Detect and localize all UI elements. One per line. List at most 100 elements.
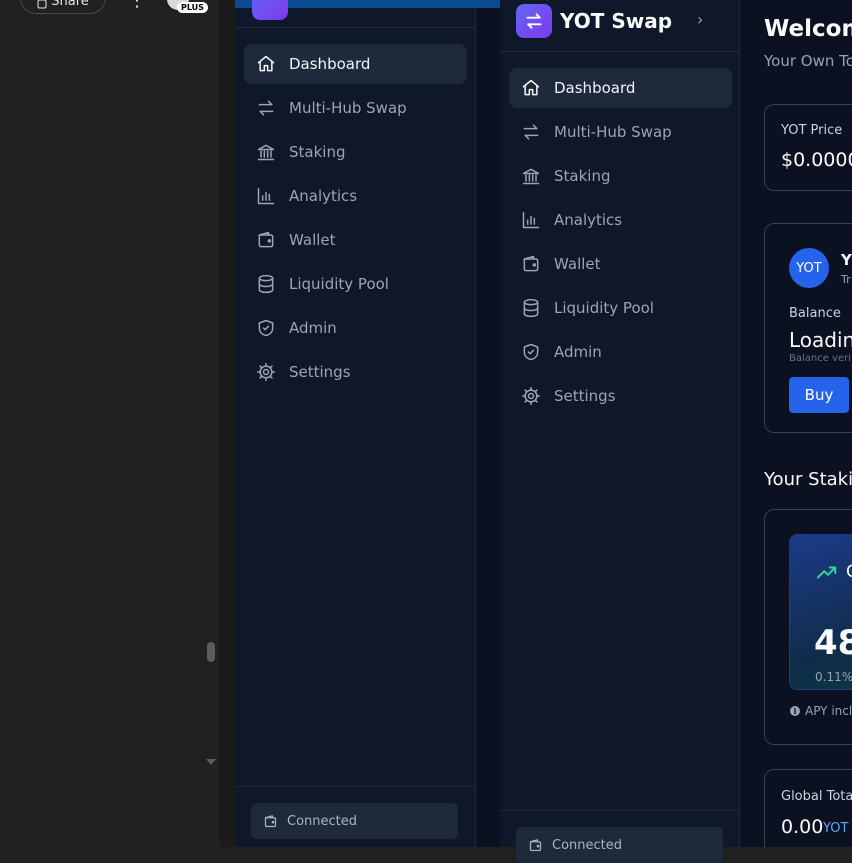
sidebar-item-label: Multi-Hub Swap	[289, 99, 407, 117]
sidebar-item-analytics[interactable]: Analytics	[509, 200, 732, 240]
sidebar-item-settings[interactable]: Settings	[509, 376, 732, 416]
wallet-icon	[529, 838, 542, 851]
scrollbar-thumb[interactable]	[207, 642, 215, 662]
apy-note: APY inclu	[805, 704, 852, 718]
price-label: YOT Price	[781, 123, 843, 138]
sidebar-item-label: Admin	[554, 343, 602, 361]
database-icon	[258, 274, 274, 294]
sidebar-divider	[235, 786, 475, 787]
staking-section-title: Your Staki	[764, 469, 852, 490]
sidebar-item-label: Multi-Hub Swap	[554, 123, 672, 141]
sidebar-item-label: Staking	[289, 143, 346, 161]
brand-logo	[252, 0, 288, 20]
swap-arrows-icon	[523, 124, 539, 140]
gear-icon	[256, 362, 276, 382]
sidebar-item-wallet[interactable]: Wallet	[509, 244, 732, 284]
sidebar-divider	[500, 51, 739, 52]
app-sidebar: YOT Swap › Connected Dashboard Multi-Hub …	[500, 0, 740, 863]
app-sidebar-scrolled: Connected Dashboard Multi-Hub Swap Staking…	[235, 0, 476, 847]
apy-panel: C 48 0.11%	[789, 534, 852, 690]
shield-check-icon	[523, 343, 539, 361]
swap-arrows-icon	[526, 13, 542, 29]
sidebar-item-label: Liquidity Pool	[289, 275, 389, 293]
more-options-icon[interactable]: ⋮	[128, 0, 146, 10]
shield-check-icon	[258, 319, 274, 337]
sidebar-item-admin[interactable]: Admin	[509, 332, 732, 372]
bank-icon	[522, 168, 540, 185]
home-icon	[257, 55, 275, 72]
sidebar-item-dashboard[interactable]: Dashboard	[509, 68, 732, 108]
connected-status-button[interactable]: Connected	[251, 803, 458, 839]
brand-name: YOT Swap	[560, 9, 673, 33]
bar-chart-icon	[257, 187, 275, 205]
price-value: $0.0000	[781, 149, 852, 171]
sidebar-item-label: Wallet	[289, 231, 336, 249]
sidebar-item-label: Analytics	[289, 187, 358, 205]
buy-button[interactable]: Buy	[789, 377, 849, 413]
sidebar-item-liquidity-pool[interactable]: Liquidity Pool	[244, 264, 467, 304]
connected-status-button[interactable]: Connected	[516, 827, 723, 863]
global-total-unit: YOT	[823, 821, 849, 836]
sidebar-item-label: Settings	[554, 387, 616, 405]
global-stats-card: Global Total 0.00 YOT	[764, 769, 852, 847]
global-total-label: Global Total	[781, 789, 852, 804]
token-card: YOT Y Tr Balance Loadin Balance veri Buy	[764, 223, 852, 433]
sidebar-item-settings[interactable]: Settings	[244, 352, 467, 392]
balance-note: Balance veri	[789, 353, 852, 364]
global-total-value: 0.00	[781, 816, 824, 838]
price-card: YOT Price $0.0000	[764, 104, 852, 191]
wallet-icon	[523, 255, 539, 272]
layout-gap	[476, 8, 500, 847]
main-content: Welcom Your Own To YOT Price $0.0000 YOT…	[740, 0, 852, 847]
bar-chart-icon	[522, 211, 540, 229]
plan-badge: PLUS	[177, 2, 208, 13]
sidebar-item-admin[interactable]: Admin	[244, 308, 467, 348]
chat-side-panel	[0, 0, 219, 847]
sidebar-item-analytics[interactable]: Analytics	[244, 176, 467, 216]
sidebar-item-multi-hub-swap[interactable]: Multi-Hub Swap	[509, 112, 732, 152]
sidebar-item-staking[interactable]: Staking	[509, 156, 732, 196]
home-icon	[522, 79, 540, 96]
database-icon	[523, 298, 539, 318]
trending-up-icon	[816, 566, 837, 579]
token-name: Y	[841, 251, 852, 269]
sidebar-divider	[500, 810, 739, 811]
sidebar-item-label: Settings	[289, 363, 351, 381]
sidebar-item-dashboard[interactable]: Dashboard	[244, 44, 467, 84]
apy-subtext: 0.11%	[815, 670, 852, 684]
share-label: Share	[51, 0, 89, 9]
sidebar-divider	[235, 27, 475, 28]
page-subtitle: Your Own To	[764, 52, 852, 70]
page-title: Welcom	[764, 16, 852, 42]
sidebar-item-wallet[interactable]: Wallet	[244, 220, 467, 260]
brand-logo	[516, 4, 552, 38]
token-avatar: YOT	[789, 248, 829, 288]
balance-value: Loadin	[789, 328, 852, 352]
sidebar-item-label: Dashboard	[554, 79, 636, 97]
scroll-down-arrow-icon[interactable]	[206, 759, 216, 765]
connected-label: Connected	[552, 837, 623, 853]
wallet-icon	[264, 814, 277, 827]
staking-card: C 48 0.11% i APY inclu	[764, 509, 852, 745]
share-icon	[37, 0, 47, 9]
sidebar-item-label: Liquidity Pool	[554, 299, 654, 317]
sidebar-item-label: Admin	[289, 319, 337, 337]
sidebar-item-label: Staking	[554, 167, 611, 185]
sidebar-item-label: Wallet	[554, 255, 601, 273]
wallet-icon	[258, 231, 274, 248]
sidebar-item-multi-hub-swap[interactable]: Multi-Hub Swap	[244, 88, 467, 128]
collapse-chevron-icon[interactable]: ›	[697, 10, 703, 29]
connected-label: Connected	[287, 813, 358, 829]
gear-icon	[521, 386, 541, 406]
share-button[interactable]: Share	[20, 0, 106, 14]
viewport-gutter	[219, 0, 235, 847]
sidebar-item-label: Dashboard	[289, 55, 371, 73]
sidebar-item-label: Analytics	[554, 211, 623, 229]
balance-label: Balance	[789, 306, 841, 321]
apy-value: 48	[814, 623, 852, 663]
bank-icon	[257, 144, 275, 161]
info-icon: i	[790, 706, 800, 716]
sidebar-item-staking[interactable]: Staking	[244, 132, 467, 172]
sidebar-item-liquidity-pool[interactable]: Liquidity Pool	[509, 288, 732, 328]
apy-panel-title: C	[846, 562, 852, 582]
